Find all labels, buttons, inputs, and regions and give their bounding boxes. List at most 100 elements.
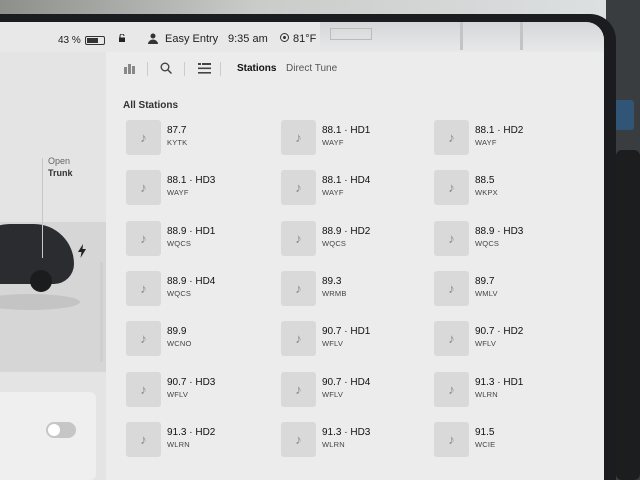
music-note-icon: ♪ <box>126 170 161 206</box>
station-callsign: WQCS <box>475 238 500 248</box>
station-frequency: 91.5 <box>475 426 495 438</box>
station-callsign: WFLV <box>475 339 497 349</box>
music-note-icon: ♪ <box>126 321 161 357</box>
music-note-icon: ♪ <box>434 170 469 206</box>
station-callsign: WAYF <box>475 138 497 147</box>
toolbar-divider <box>220 62 221 76</box>
music-note-icon: ♪ <box>434 270 469 306</box>
station-callsign: WAYF <box>167 188 189 198</box>
music-note-icon: ♪ <box>281 421 316 457</box>
trunk-button[interactable]: Trunk <box>48 168 73 178</box>
menu-icon[interactable] <box>196 60 212 76</box>
map-road <box>460 22 463 50</box>
music-note-icon: ♪ <box>434 421 469 457</box>
station-tile[interactable]: ♪ 89.7 WMLV <box>434 270 584 311</box>
status-bar: 43 % Easy Entry 9:35 am 81°F <box>0 22 604 52</box>
open-trunk-label[interactable]: Open <box>48 156 70 166</box>
driver-profile[interactable]: Easy Entry <box>165 33 218 45</box>
station-tile[interactable]: ♪ 88.1 · HD1 WAYF <box>281 120 431 160</box>
search-icon[interactable] <box>158 60 174 76</box>
station-tile[interactable]: ♪ 88.9 · HD1 WQCS <box>126 220 276 261</box>
music-note-icon: ♪ <box>281 220 316 256</box>
tab-direct-tune[interactable]: Direct Tune <box>286 63 337 74</box>
music-note-icon: ♪ <box>126 270 161 306</box>
station-tile[interactable]: ♪ 91.3 · HD2 WLRN <box>126 421 276 462</box>
map-road <box>520 22 523 50</box>
clock: 9:35 am <box>228 33 268 45</box>
station-tile[interactable]: ♪ 90.7 · HD1 WFLV <box>281 321 431 361</box>
media-panel: Stations Direct Tune All Stations ♪ 87.7 K… <box>106 52 604 480</box>
station-frequency: 87.7 <box>167 125 187 136</box>
toolbar-divider <box>184 62 185 76</box>
station-callsign: WLRN <box>475 389 498 399</box>
user-icon[interactable] <box>148 33 158 44</box>
map-preview[interactable] <box>320 22 604 50</box>
media-toolbar: Stations Direct Tune <box>106 52 604 86</box>
station-frequency: 88.1 · HD3 <box>167 175 216 187</box>
battery-icon <box>85 36 105 45</box>
station-callsign: WAYF <box>322 188 344 198</box>
station-frequency: 89.7 <box>475 275 495 287</box>
station-frequency: 89.3 <box>322 275 342 287</box>
station-tile[interactable]: ♪ 88.5 WKPX <box>434 170 584 210</box>
station-callsign: WFLV <box>322 389 344 399</box>
station-tile[interactable]: ♪ 88.1 · HD3 WAYF <box>126 170 276 210</box>
music-note-icon: ♪ <box>281 321 316 357</box>
station-tile[interactable]: ♪ 88.9 · HD2 WQCS <box>281 220 431 261</box>
music-note-icon: ♪ <box>126 220 161 256</box>
music-note-icon: ♪ <box>434 220 469 256</box>
station-frequency: 88.9 · HD2 <box>322 225 371 237</box>
station-callsign: WQCS <box>167 238 192 248</box>
station-tile[interactable]: ♪ 87.7 KYTK <box>126 120 276 160</box>
music-note-icon: ♪ <box>434 371 469 407</box>
station-tile[interactable]: ♪ 90.7 · HD3 WFLV <box>126 371 276 412</box>
bolt-icon[interactable] <box>78 244 86 258</box>
station-tile[interactable]: ♪ 89.3 WRMB <box>281 270 431 311</box>
station-frequency: 88.1 · HD1 <box>322 125 371 136</box>
station-callsign: WQCS <box>322 238 347 248</box>
station-frequency: 88.9 · HD3 <box>475 225 524 237</box>
toggle-switch[interactable] <box>46 422 76 438</box>
station-frequency: 88.5 <box>475 175 495 187</box>
station-frequency: 88.9 · HD4 <box>167 275 216 287</box>
station-tile[interactable]: ♪ 91.5 WCIE <box>434 421 584 462</box>
station-tile[interactable]: ♪ 88.9 · HD3 WQCS <box>434 220 584 261</box>
panel-scrollbar[interactable] <box>100 262 103 362</box>
station-tile[interactable]: ♪ 89.9 WCNO <box>126 321 276 361</box>
station-tile[interactable]: ♪ 91.3 · HD3 WLRN <box>281 421 431 462</box>
station-callsign: WCNO <box>167 339 192 349</box>
music-note-icon: ♪ <box>126 421 161 457</box>
lock-icon[interactable] <box>118 34 126 42</box>
music-note-icon: ♪ <box>281 120 316 155</box>
station-callsign: WMLV <box>475 288 498 298</box>
station-frequency: 88.1 · HD4 <box>322 175 371 187</box>
station-tile[interactable]: ♪ 88.9 · HD4 WQCS <box>126 270 276 311</box>
trunk-divider <box>42 158 43 258</box>
music-note-icon: ♪ <box>281 270 316 306</box>
station-callsign: WRMB <box>322 288 347 298</box>
station-tile[interactable]: ♪ 88.1 · HD2 WAYF <box>434 120 584 160</box>
dashboard-light <box>614 100 634 130</box>
music-note-icon: ♪ <box>126 371 161 407</box>
touchscreen: 43 % Easy Entry 9:35 am 81°F Open Trunk <box>0 22 604 480</box>
station-frequency: 88.1 · HD2 <box>475 125 524 136</box>
tab-stations[interactable]: Stations <box>237 63 276 74</box>
station-frequency: 91.3 · HD3 <box>322 426 371 438</box>
station-callsign: WKPX <box>475 188 498 198</box>
station-tile[interactable]: ♪ 91.3 · HD1 WLRN <box>434 371 584 412</box>
station-frequency: 90.7 · HD3 <box>167 376 216 388</box>
station-tile[interactable]: ♪ 88.1 · HD4 WAYF <box>281 170 431 210</box>
station-tile[interactable]: ♪ 90.7 · HD2 WFLV <box>434 321 584 361</box>
battery-percent: 43 % <box>58 35 81 46</box>
station-callsign: WQCS <box>167 288 192 298</box>
station-callsign: WLRN <box>167 439 190 449</box>
music-note-icon: ♪ <box>281 371 316 407</box>
station-frequency: 91.3 · HD1 <box>475 376 524 388</box>
station-tile[interactable]: ♪ 90.7 · HD4 WFLV <box>281 371 431 412</box>
vehicle-panel: Open Trunk <box>0 52 106 480</box>
station-frequency: 88.9 · HD1 <box>167 225 216 237</box>
station-frequency: 90.7 · HD4 <box>322 376 371 388</box>
library-icon[interactable] <box>122 60 138 76</box>
music-note-icon: ♪ <box>126 120 161 155</box>
thermometer-icon <box>280 33 289 42</box>
